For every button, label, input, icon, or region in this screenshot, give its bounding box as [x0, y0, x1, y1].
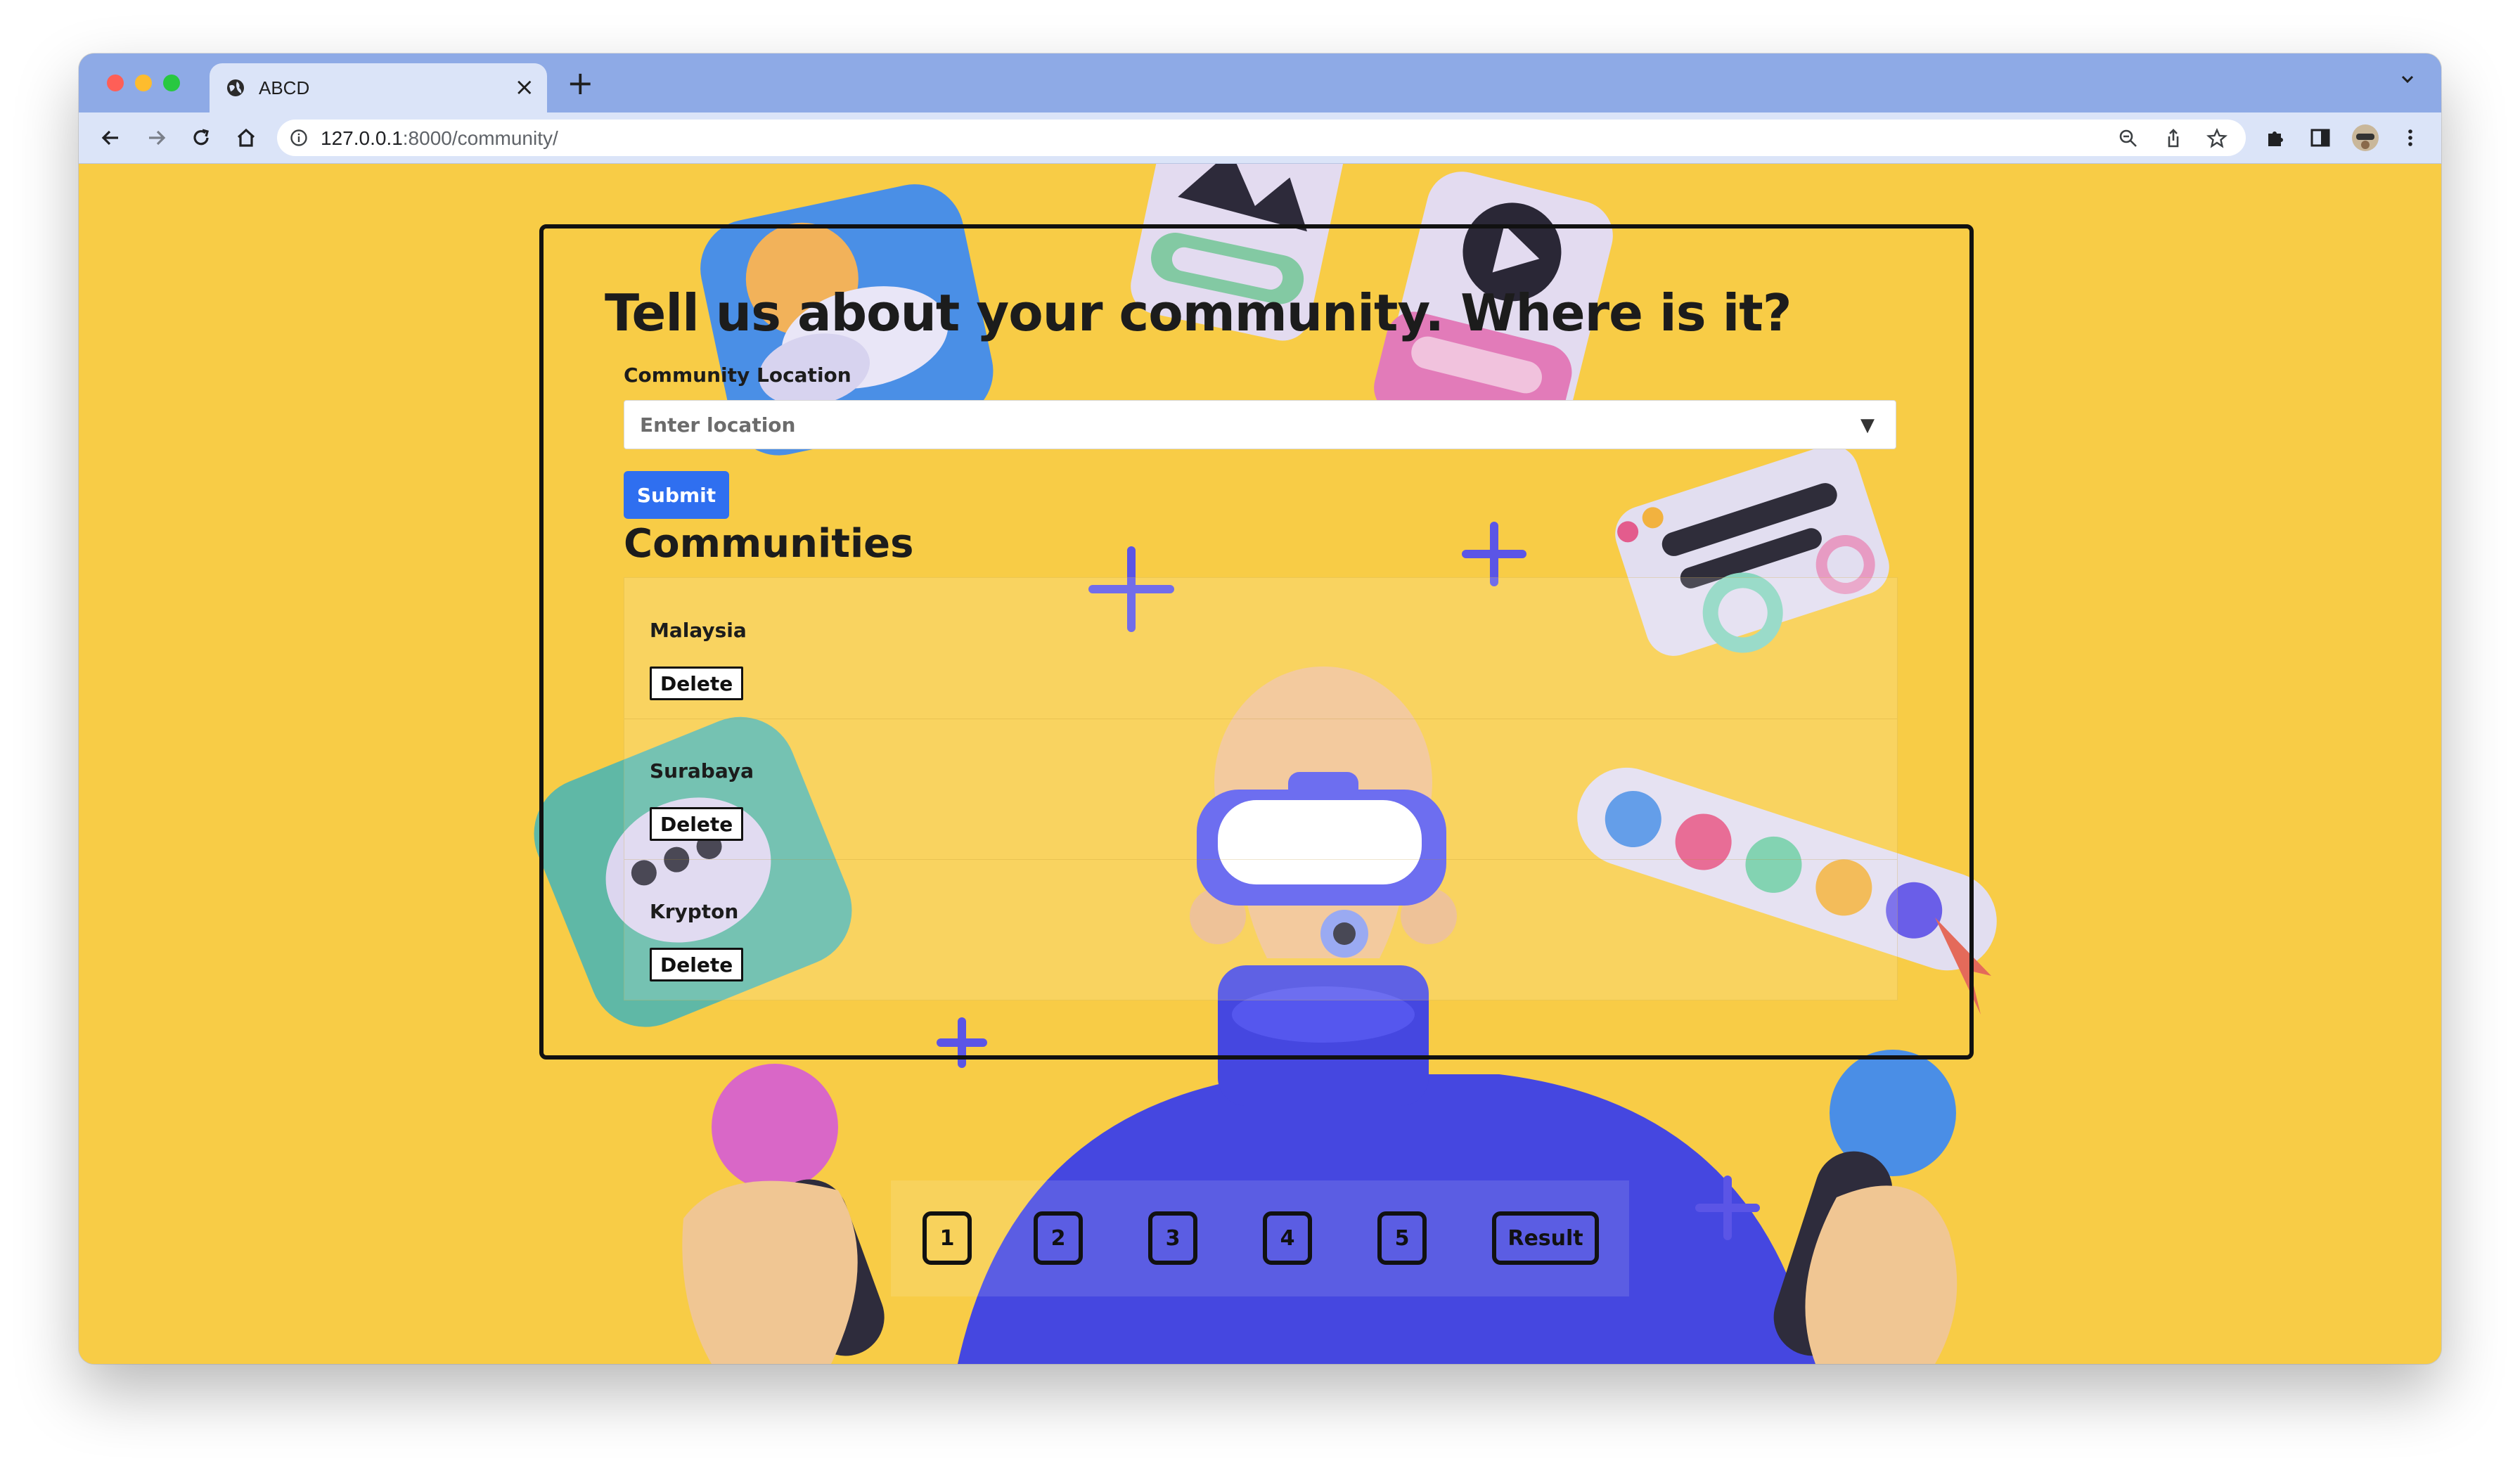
page-5-button[interactable]: 5	[1377, 1211, 1427, 1265]
globe-icon	[227, 79, 244, 96]
list-item: Krypton Delete	[624, 859, 1897, 1000]
community-location-label: Community Location	[624, 363, 851, 387]
browser-window: ABCD × + 127.0.0.1:8000/community/ Tell …	[79, 53, 2441, 1364]
share-icon[interactable]	[2163, 128, 2184, 149]
site-info-icon[interactable]	[290, 129, 308, 147]
home-icon[interactable]	[233, 125, 259, 150]
list-item: Surabaya Delete	[624, 719, 1897, 860]
delete-button[interactable]: Delete	[650, 807, 744, 841]
url-text: 127.0.0.1:8000/community/	[321, 127, 558, 150]
page-viewport: Tell us about your community. Where is i…	[79, 164, 2441, 1364]
result-button[interactable]: Result	[1492, 1211, 1599, 1265]
zoom-icon[interactable]	[2118, 128, 2139, 149]
extensions-puzzle-icon[interactable]	[2264, 127, 2287, 149]
side-panel-icon[interactable]	[2309, 127, 2332, 149]
back-arrow-icon[interactable]	[98, 125, 124, 150]
profile-avatar-icon[interactable]	[2351, 124, 2379, 152]
browser-tab-bar: ABCD × +	[79, 53, 2441, 112]
community-name: Krypton	[650, 900, 739, 923]
communities-list: Malaysia Delete Surabaya Delete Krypton …	[624, 577, 1898, 1000]
url-path: :8000/community/	[402, 127, 558, 149]
delete-button[interactable]: Delete	[650, 667, 744, 700]
browser-tab-active[interactable]: ABCD ×	[210, 63, 547, 112]
list-item: Malaysia Delete	[624, 578, 1897, 719]
new-tab-icon[interactable]: +	[567, 67, 594, 99]
url-host: 127.0.0.1	[321, 127, 403, 149]
page-3-button[interactable]: 3	[1148, 1211, 1197, 1265]
close-window-button[interactable]	[107, 75, 124, 91]
address-bar[interactable]: 127.0.0.1:8000/community/	[277, 120, 2246, 156]
community-location-select[interactable]: Enter location ▼	[624, 400, 1896, 449]
bookmark-star-icon[interactable]	[2206, 128, 2228, 149]
community-name: Malaysia	[650, 619, 747, 642]
minimize-window-button[interactable]	[135, 75, 152, 91]
page-heading: Tell us about your community. Where is i…	[605, 283, 1792, 342]
delete-button[interactable]: Delete	[650, 948, 744, 981]
browser-menu-kebab-icon[interactable]	[2399, 127, 2422, 149]
tab-title: ABCD	[259, 77, 310, 98]
close-tab-icon[interactable]: ×	[515, 73, 535, 101]
submit-button[interactable]: Submit	[624, 471, 729, 519]
maximize-window-button[interactable]	[163, 75, 180, 91]
reload-icon[interactable]	[188, 125, 214, 150]
community-name: Surabaya	[650, 759, 754, 783]
page-2-button[interactable]: 2	[1034, 1211, 1083, 1265]
dropdown-arrow-icon: ▼	[1860, 415, 1875, 436]
tab-search-chevron-icon[interactable]	[2399, 69, 2416, 92]
page-4-button[interactable]: 4	[1263, 1211, 1312, 1265]
forward-arrow-icon[interactable]	[143, 125, 169, 150]
browser-toolbar: 127.0.0.1:8000/community/	[79, 112, 2441, 164]
page-1-button[interactable]: 1	[922, 1211, 972, 1265]
location-placeholder: Enter location	[640, 413, 796, 437]
screenshot-stage: ABCD × + 127.0.0.1:8000/community/ Tell …	[0, 0, 2520, 1468]
communities-heading: Communities	[624, 521, 914, 567]
